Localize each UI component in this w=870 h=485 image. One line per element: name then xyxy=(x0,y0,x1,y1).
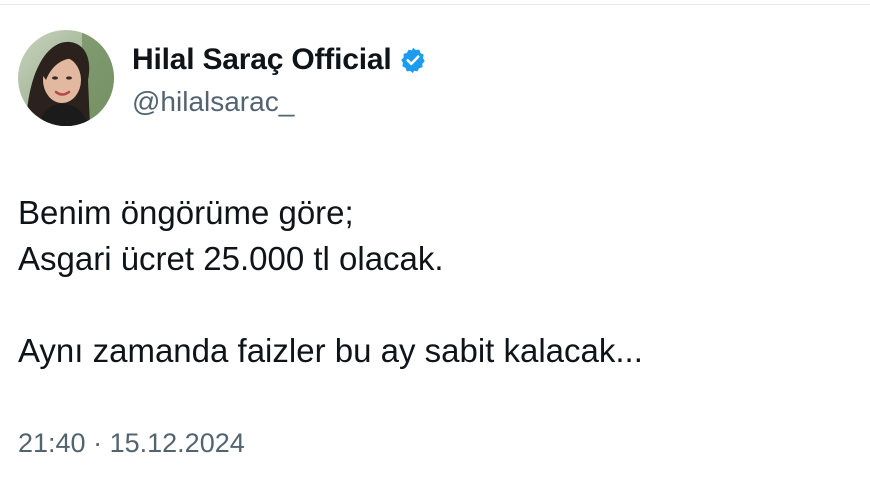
tweet-line: Asgari ücret 25.000 tl olacak. xyxy=(18,240,444,277)
tweet-line: Benim öngörüme göre; xyxy=(18,194,354,231)
tweet-time: 21:40 xyxy=(18,428,86,458)
avatar-image xyxy=(18,30,114,126)
tweet-date: 15.12.2024 xyxy=(109,428,245,458)
divider xyxy=(0,4,870,5)
meta-separator: · xyxy=(93,428,103,458)
avatar[interactable] xyxy=(18,30,114,126)
tweet-timestamp[interactable]: 21:40 · 15.12.2024 xyxy=(18,428,245,459)
verified-badge-icon xyxy=(399,46,427,74)
tweet-card: Hilal Saraç Official @hilalsarac_ Benim … xyxy=(0,0,870,485)
handle[interactable]: @hilalsarac_ xyxy=(132,86,294,118)
tweet-line: Aynı zamanda faizler bu ay sabit kalacak… xyxy=(18,332,643,369)
tweet-text: Benim öngörüme göre; Asgari ücret 25.000… xyxy=(18,190,838,374)
display-name[interactable]: Hilal Saraç Official xyxy=(132,43,392,77)
author-name-row[interactable]: Hilal Saraç Official xyxy=(132,40,427,80)
